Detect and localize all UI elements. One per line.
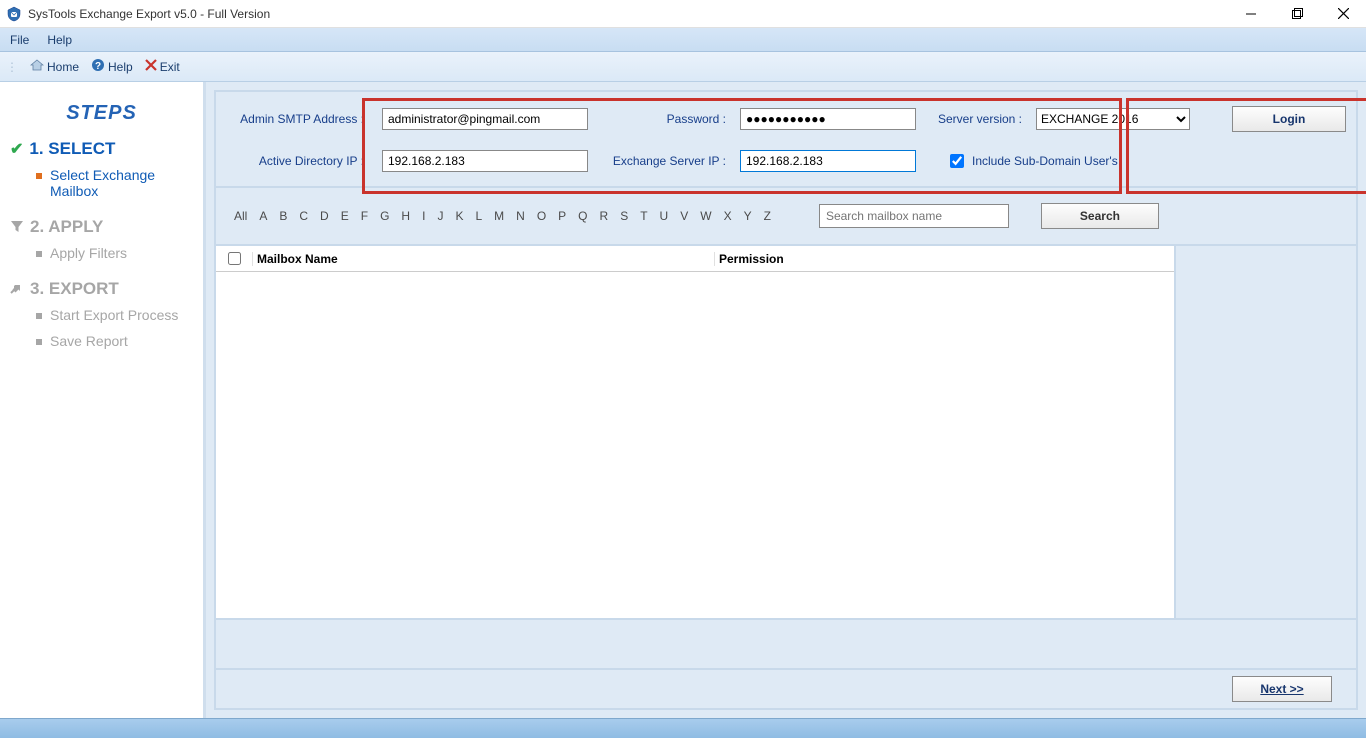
step-2-sub-label: Apply Filters — [50, 245, 127, 261]
check-icon: ✔ — [10, 139, 23, 159]
alpha-letter[interactable]: C — [299, 209, 308, 223]
home-icon — [30, 58, 44, 75]
step-3-sub1-label: Start Export Process — [50, 307, 178, 323]
ad-ip-label: Active Directory IP : — [226, 154, 364, 168]
alpha-letter[interactable]: V — [680, 209, 688, 223]
main-panel: Admin SMTP Address : Password : Server v… — [206, 82, 1366, 718]
alpha-letter[interactable]: R — [600, 209, 609, 223]
highlight-box-1 — [362, 98, 1122, 194]
toolbar-home[interactable]: Home — [30, 58, 79, 75]
toolbar-exit[interactable]: Exit — [145, 59, 180, 74]
step-2-head[interactable]: 2. APPLY — [10, 217, 193, 237]
alpha-letter[interactable]: Z — [764, 209, 771, 223]
alpha-letter[interactable]: T — [640, 209, 647, 223]
toolbar-grip: ⋮ — [6, 60, 18, 74]
step-3-sub1[interactable]: Start Export Process — [36, 307, 193, 323]
alpha-letter[interactable]: I — [422, 209, 425, 223]
alpha-letter[interactable]: E — [341, 209, 349, 223]
bullet-icon — [36, 173, 42, 179]
alpha-letter[interactable]: A — [259, 209, 267, 223]
alpha-letter[interactable]: K — [455, 209, 463, 223]
alpha-letter[interactable]: G — [380, 209, 389, 223]
toolbar: ⋮ Home ? Help Exit — [0, 52, 1366, 82]
mailbox-table: Mailbox Name Permission — [216, 246, 1176, 618]
search-button[interactable]: Search — [1041, 203, 1159, 229]
step-2-label: 2. APPLY — [30, 217, 103, 237]
step-1-head[interactable]: ✔ 1. SELECT — [10, 139, 193, 159]
bullet-icon — [36, 339, 42, 345]
steps-title: STEPS — [10, 102, 193, 125]
bullet-icon — [36, 313, 42, 319]
step-2-sub[interactable]: Apply Filters — [36, 245, 193, 261]
alpha-filter-bar: All A B C D E F G H I J K L M N O P Q R … — [214, 188, 1358, 246]
table-side-panel — [1176, 246, 1356, 618]
minimize-button[interactable] — [1228, 0, 1274, 28]
table-wrap: Mailbox Name Permission — [214, 246, 1358, 620]
alpha-letter[interactable]: O — [537, 209, 546, 223]
login-panel: Admin SMTP Address : Password : Server v… — [214, 90, 1358, 188]
select-all-checkbox[interactable] — [228, 252, 241, 265]
alpha-letter[interactable]: S — [620, 209, 628, 223]
table-body — [216, 272, 1174, 618]
admin-smtp-label: Admin SMTP Address : — [226, 112, 364, 126]
bullet-icon — [36, 251, 42, 257]
close-button[interactable] — [1320, 0, 1366, 28]
bottom-spacer — [214, 620, 1358, 670]
col-mailbox-name[interactable]: Mailbox Name — [252, 252, 714, 266]
menu-file[interactable]: File — [10, 33, 29, 47]
content: STEPS ✔ 1. SELECT Select Exchange Mailbo… — [0, 82, 1366, 718]
alpha-letter[interactable]: N — [516, 209, 525, 223]
alpha-letter[interactable]: H — [401, 209, 410, 223]
help-icon: ? — [91, 58, 105, 75]
highlight-box-2 — [1126, 98, 1366, 194]
step-1-sub-label: Select Exchange Mailbox — [50, 167, 193, 199]
alpha-letter[interactable]: W — [700, 209, 711, 223]
next-row: Next >> — [214, 670, 1358, 710]
sidebar: STEPS ✔ 1. SELECT Select Exchange Mailbo… — [0, 82, 206, 718]
toolbar-exit-label: Exit — [160, 60, 180, 74]
menubar: File Help — [0, 28, 1366, 52]
alpha-letter[interactable]: Y — [744, 209, 752, 223]
filter-icon — [10, 219, 24, 236]
step-3-sub2-label: Save Report — [50, 333, 128, 349]
alpha-letter[interactable]: P — [558, 209, 566, 223]
svg-text:?: ? — [95, 61, 101, 72]
alpha-letter[interactable]: F — [361, 209, 368, 223]
step-3-sub2[interactable]: Save Report — [36, 333, 193, 349]
arrow-icon — [10, 281, 24, 298]
maximize-button[interactable] — [1274, 0, 1320, 28]
statusbar — [0, 718, 1366, 738]
window-title: SysTools Exchange Export v5.0 - Full Ver… — [28, 7, 1228, 21]
col-permission[interactable]: Permission — [714, 252, 1174, 266]
alpha-letter[interactable]: D — [320, 209, 329, 223]
alpha-letter[interactable]: Q — [578, 209, 587, 223]
window-controls — [1228, 0, 1366, 28]
table-header: Mailbox Name Permission — [216, 246, 1174, 272]
toolbar-help-label: Help — [108, 60, 133, 74]
step-3-head[interactable]: 3. EXPORT — [10, 279, 193, 299]
app-icon — [6, 6, 22, 22]
alpha-letter[interactable]: L — [475, 209, 482, 223]
alpha-letter[interactable]: X — [724, 209, 732, 223]
alpha-all[interactable]: All — [234, 209, 247, 223]
alpha-letter[interactable]: J — [437, 209, 443, 223]
alpha-letters: All A B C D E F G H I J K L M N O P Q R … — [234, 209, 771, 223]
step-3-label: 3. EXPORT — [30, 279, 119, 299]
toolbar-home-label: Home — [47, 60, 79, 74]
search-mailbox-input[interactable] — [819, 204, 1009, 228]
titlebar: SysTools Exchange Export v5.0 - Full Ver… — [0, 0, 1366, 28]
alpha-letter[interactable]: U — [660, 209, 669, 223]
exit-icon — [145, 59, 157, 74]
step-1-label: 1. SELECT — [29, 139, 115, 159]
step-1-sub[interactable]: Select Exchange Mailbox — [36, 167, 193, 199]
alpha-letter[interactable]: M — [494, 209, 504, 223]
toolbar-help[interactable]: ? Help — [91, 58, 133, 75]
next-button[interactable]: Next >> — [1232, 676, 1332, 702]
alpha-letter[interactable]: B — [279, 209, 287, 223]
menu-help[interactable]: Help — [47, 33, 72, 47]
